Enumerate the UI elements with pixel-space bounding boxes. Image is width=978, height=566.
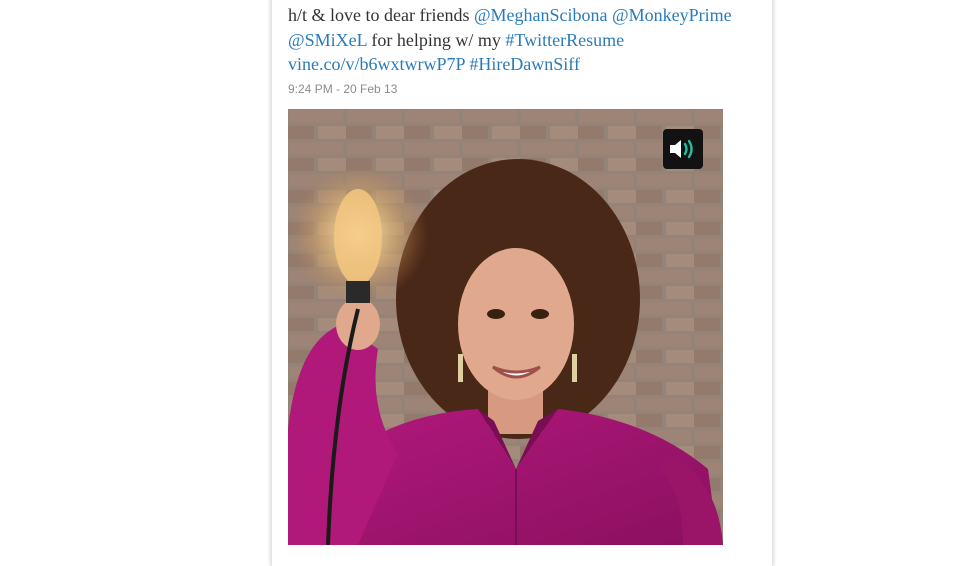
speaker-icon — [670, 139, 693, 159]
vine-video-player[interactable] — [288, 109, 723, 545]
hashtag-link-hiredawnsiff[interactable]: #HireDawnSiff — [469, 54, 580, 74]
hashtag-link-twitterresume[interactable]: #TwitterResume — [505, 30, 624, 50]
video-frame-image — [288, 109, 723, 545]
mention-link-meghanscibona[interactable]: @MeghanScibona — [474, 5, 608, 25]
vine-link[interactable]: vine.co/v/b6wxtwrwP7P — [288, 54, 465, 74]
tweet-text-middle: for helping w/ my — [366, 29, 506, 50]
tweet-timestamp[interactable]: 9:24 PM - 20 Feb 13 — [288, 82, 397, 96]
mention-link-smixel[interactable]: @SMiXeL — [288, 30, 367, 50]
mention-link-monkeyprime[interactable]: @MonkeyPrime — [612, 5, 732, 25]
tweet-text-intro: h/t & love to dear friends — [288, 5, 474, 25]
tweet-card: h/t & love to dear friends @MeghanScibon… — [271, 0, 773, 566]
sound-toggle-button[interactable] — [663, 129, 703, 169]
tweet-text: h/t & love to dear friends @MeghanScibon… — [288, 3, 758, 77]
